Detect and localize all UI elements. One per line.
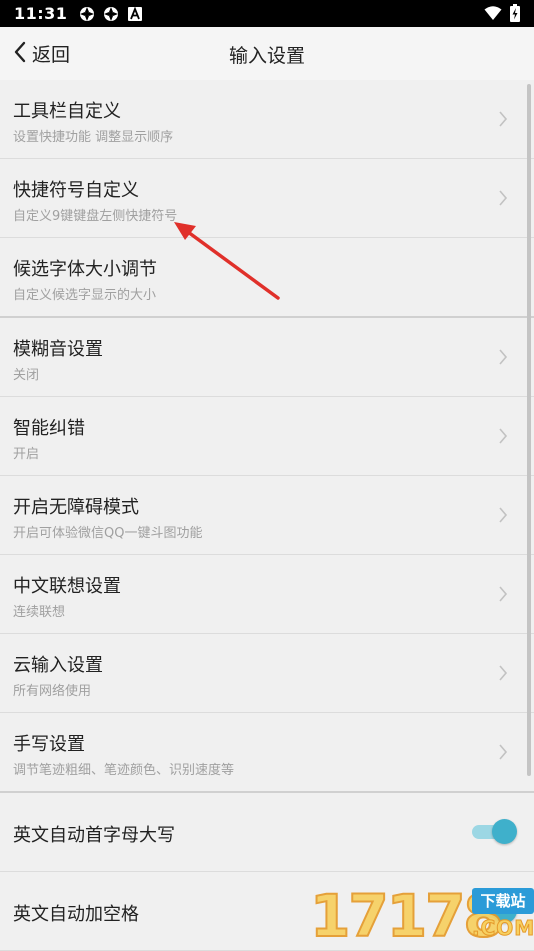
setting-subtitle: 所有网络使用 [13, 684, 92, 699]
chevron-right-icon [499, 665, 508, 681]
chevron-right-icon [499, 428, 508, 444]
setting-smart-correction[interactable]: 智能纠错 开启 [0, 397, 534, 476]
status-time: 11:31 [14, 4, 68, 23]
setting-cloud-input[interactable]: 云输入设置 所有网络使用 [0, 634, 534, 713]
setting-title: 开启无障碍模式 [13, 497, 139, 518]
chevron-right-icon [499, 586, 508, 602]
chevron-right-icon [499, 507, 508, 523]
page-title: 输入设置 [228, 45, 305, 67]
scrollbar[interactable] [527, 84, 531, 776]
status-bar: 11:31 [0, 0, 534, 27]
watermark-domain: .COM [471, 916, 534, 941]
setting-subtitle: 设置快捷功能 调整显示顺序 [13, 130, 174, 145]
setting-candidate-font-size[interactable]: 候选字体大小调节 自定义候选字显示的大小 [0, 238, 534, 318]
setting-subtitle: 连续联想 [13, 605, 66, 620]
setting-subtitle: 调节笔迹粗细、笔迹颜色、识别速度等 [13, 763, 235, 778]
setting-title: 模糊音设置 [13, 339, 103, 360]
status-notification-icons [79, 6, 143, 22]
setting-subtitle: 自定义9键键盘左侧快捷符号 [13, 209, 178, 224]
setting-accessibility-mode[interactable]: 开启无障碍模式 开启可体验微信QQ一键斗图功能 [0, 476, 534, 555]
chevron-right-icon [499, 349, 508, 365]
chevron-right-icon [499, 744, 508, 760]
setting-toolbar-custom[interactable]: 工具栏自定义 设置快捷功能 调整显示顺序 [0, 80, 534, 159]
auto-capitalize-toggle[interactable] [470, 819, 518, 845]
setting-subtitle: 开启可体验微信QQ一键斗图功能 [13, 526, 203, 541]
setting-shortcut-symbols[interactable]: 快捷符号自定义 自定义9键键盘左侧快捷符号 [0, 159, 534, 238]
toggle-knob [492, 819, 517, 844]
a-badge-icon [127, 6, 143, 22]
wifi-icon [484, 5, 502, 25]
setting-subtitle: 自定义候选字显示的大小 [13, 288, 157, 303]
setting-fuzzy-pinyin[interactable]: 模糊音设置 关闭 [0, 318, 534, 397]
battery-charging-icon [510, 4, 520, 26]
chevron-right-icon [499, 111, 508, 127]
chevron-right-icon [499, 190, 508, 206]
setting-chinese-association[interactable]: 中文联想设置 连续联想 [0, 555, 534, 634]
sync-icon [103, 6, 119, 22]
setting-title: 云输入设置 [13, 655, 103, 676]
setting-title: 英文自动首字母大写 [13, 825, 175, 846]
setting-handwriting[interactable]: 手写设置 调节笔迹粗细、笔迹颜色、识别速度等 [0, 713, 534, 793]
settings-list: 工具栏自定义 设置快捷功能 调整显示顺序 快捷符号自定义 自定义9键键盘左侧快捷… [0, 80, 534, 951]
sync-icon [79, 6, 95, 22]
status-system-icons [484, 4, 520, 26]
setting-title: 工具栏自定义 [13, 101, 121, 122]
setting-english-auto-capitalize: 英文自动首字母大写 [0, 793, 534, 872]
setting-subtitle: 关闭 [13, 368, 40, 383]
setting-title: 中文联想设置 [13, 576, 121, 597]
setting-title: 智能纠错 [13, 418, 85, 439]
setting-title: 手写设置 [13, 734, 85, 755]
setting-title: 英文自动加空格 [13, 904, 139, 925]
watermark-logo: 17178 下载站 .COM [306, 880, 534, 951]
watermark-badge: 下载站 [472, 888, 534, 914]
app-header: 返回 输入设置 [0, 27, 534, 81]
setting-subtitle: 开启 [13, 447, 40, 462]
setting-title: 候选字体大小调节 [13, 259, 157, 280]
setting-title: 快捷符号自定义 [13, 180, 139, 201]
